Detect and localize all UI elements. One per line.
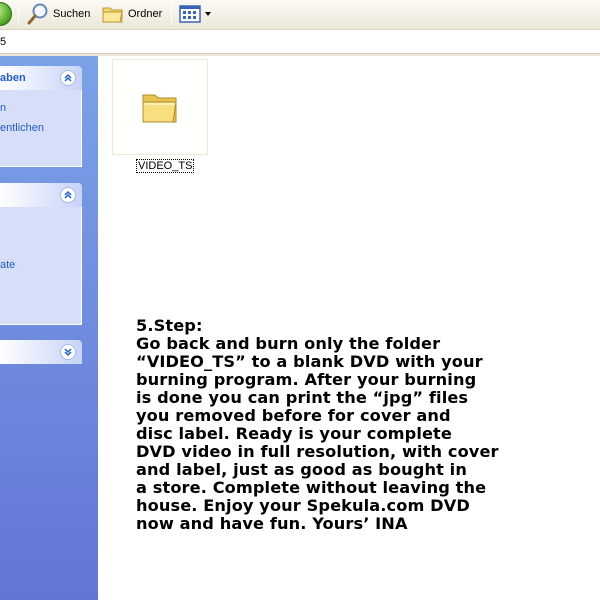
task-panel-header-1[interactable]: aben — [0, 66, 82, 90]
task-panel-header-3[interactable] — [0, 340, 82, 364]
instructions-text: 5.Step: Go back and burn only the folder… — [136, 317, 536, 533]
back-arrow-icon[interactable] — [0, 2, 12, 26]
dropdown-arrow-icon[interactable] — [205, 12, 211, 16]
address-text: 5 — [0, 36, 7, 48]
instruction-line: DVD video in full resolution, with cover — [136, 442, 499, 461]
folders-label: Ordner — [128, 8, 163, 20]
folders-icon — [102, 7, 123, 23]
task-panel-header-2[interactable] — [0, 183, 82, 207]
instruction-line: house. Enjoy your Spekula.com DVD — [136, 496, 470, 515]
instruction-line: 5.Step: — [136, 316, 203, 335]
task-link[interactable]: n — [0, 102, 6, 114]
instruction-line: and label, just as good as bought in — [136, 460, 467, 479]
instruction-line: disc label. Ready is your complete — [136, 424, 452, 443]
instruction-line: “VIDEO_TS” to a blank DVD with your — [136, 352, 483, 371]
folder-icon — [142, 94, 177, 123]
collapse-icon[interactable] — [60, 70, 76, 86]
views-icon — [179, 5, 201, 23]
file-view: VIDEO_TS 5.Step: Go back and burn only t… — [98, 56, 600, 600]
instruction-line: Go back and burn only the folder — [136, 334, 441, 353]
search-button[interactable]: Suchen — [26, 0, 90, 28]
task-panel-title: aben — [0, 72, 26, 84]
instruction-line: is done you can print the “jpg” files — [136, 388, 469, 407]
toolbar-separator — [171, 3, 172, 25]
instruction-line: you removed before for cover and — [136, 406, 451, 425]
toolbar-separator — [18, 3, 19, 25]
toolbar: Suchen Ordner — [0, 0, 600, 30]
instruction-line: a store. Complete without leaving the — [136, 478, 487, 497]
folders-button[interactable]: Ordner — [101, 0, 162, 28]
instruction-line: burning program. After your burning — [136, 370, 477, 389]
expand-icon[interactable] — [60, 344, 76, 360]
task-link[interactable]: entlichen — [0, 122, 44, 134]
task-link[interactable]: ate — [0, 259, 15, 271]
task-panel-body-1: n entlichen — [0, 90, 82, 167]
search-label: Suchen — [53, 8, 91, 20]
task-pane: aben n entlichen ate — [0, 56, 98, 600]
instruction-line: now and have fun. Yours’ INA — [136, 514, 408, 533]
folder-item-video-ts[interactable] — [112, 59, 208, 155]
views-button[interactable] — [178, 0, 214, 28]
search-icon — [27, 3, 48, 25]
task-panel-body-2: ate — [0, 207, 82, 325]
folder-label[interactable]: VIDEO_TS — [136, 159, 195, 173]
address-bar[interactable]: 5 — [0, 31, 600, 54]
collapse-icon[interactable] — [60, 187, 76, 203]
